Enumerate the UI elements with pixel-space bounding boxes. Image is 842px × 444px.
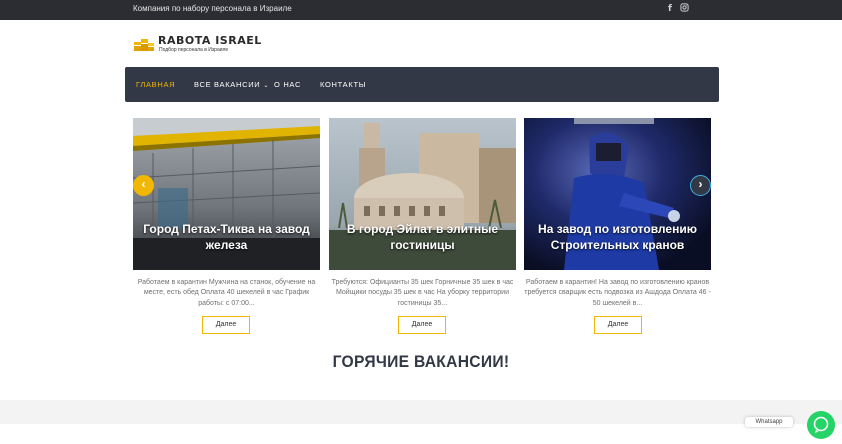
whatsapp-chat-label[interactable]: Whatsapp xyxy=(745,417,793,427)
whatsapp-chat-button[interactable] xyxy=(807,411,835,439)
facebook-icon[interactable]: f xyxy=(664,3,676,15)
whatsapp-icon xyxy=(813,416,829,433)
bottom-section-background xyxy=(0,400,842,424)
logo-name: RABOTA ISRAEL xyxy=(158,34,262,47)
vacancy-card-2-more-button[interactable]: Далее xyxy=(398,316,446,334)
instagram-icon[interactable] xyxy=(678,3,690,15)
vacancy-card-1-title: Город Петах-Тиква на завод железа xyxy=(143,222,310,252)
hot-vacancies-heading: ГОРЯЧИЕ ВАКАНСИИ! xyxy=(332,352,510,371)
vacancy-card-2-excerpt: Требуются: Официанты 35 шек Горничные 35… xyxy=(331,279,514,307)
vacancy-card-2[interactable]: В город Эйлат в элитные гостиницы xyxy=(329,118,516,270)
nav-home[interactable]: ГЛАВНАЯ xyxy=(136,80,175,89)
vacancy-card-3-more-button[interactable]: Далее xyxy=(594,316,642,334)
nav-about[interactable]: О НАС xyxy=(274,80,301,89)
nav-all-vacancies-label: ВСЕ ВАКАНСИИ xyxy=(194,80,261,89)
logo-subtitle: Подбор персонала в Израиле xyxy=(159,47,229,53)
slider-prev-button[interactable]: ‹ xyxy=(133,175,154,196)
vacancy-card-1-more-button[interactable]: Далее xyxy=(202,316,250,334)
top-bar: Компания по набору персонала в Израиле f xyxy=(0,0,842,20)
vacancy-card-2-title: В город Эйлат в элитные гостиницы xyxy=(346,222,499,252)
slider-next-button[interactable]: › xyxy=(690,175,711,196)
top-bar-tagline: Компания по набору персонала в Израиле xyxy=(133,4,292,13)
nav-all-vacancies[interactable]: ВСЕ ВАКАНСИИ ⌄ xyxy=(194,80,269,89)
vacancy-card-1-excerpt: Работаем в карантин Мужчина на станок, о… xyxy=(137,279,316,307)
vacancy-card-1[interactable]: Город Петах-Тиква на завод железа xyxy=(133,118,320,270)
vacancy-card-3[interactable]: На завод по изготовлению Строительных кр… xyxy=(524,118,711,270)
instagram-glyph xyxy=(679,3,689,12)
coins-logo-icon xyxy=(134,39,154,51)
chevron-down-icon: ⌄ xyxy=(263,83,270,89)
vacancy-card-3-title: На завод по изготовлению Строительных кр… xyxy=(538,222,697,252)
vacancy-card-3-excerpt: Работаем в карантин! На завод по изготов… xyxy=(524,279,711,307)
nav-contacts[interactable]: КОНТАКТЫ xyxy=(320,80,366,89)
site-logo[interactable]: RABOTA ISRAEL Подбор персонала в Израиле xyxy=(133,33,261,55)
main-navigation: ГЛАВНАЯ ВСЕ ВАКАНСИИ ⌄ О НАС КОНТАКТЫ xyxy=(125,67,719,102)
